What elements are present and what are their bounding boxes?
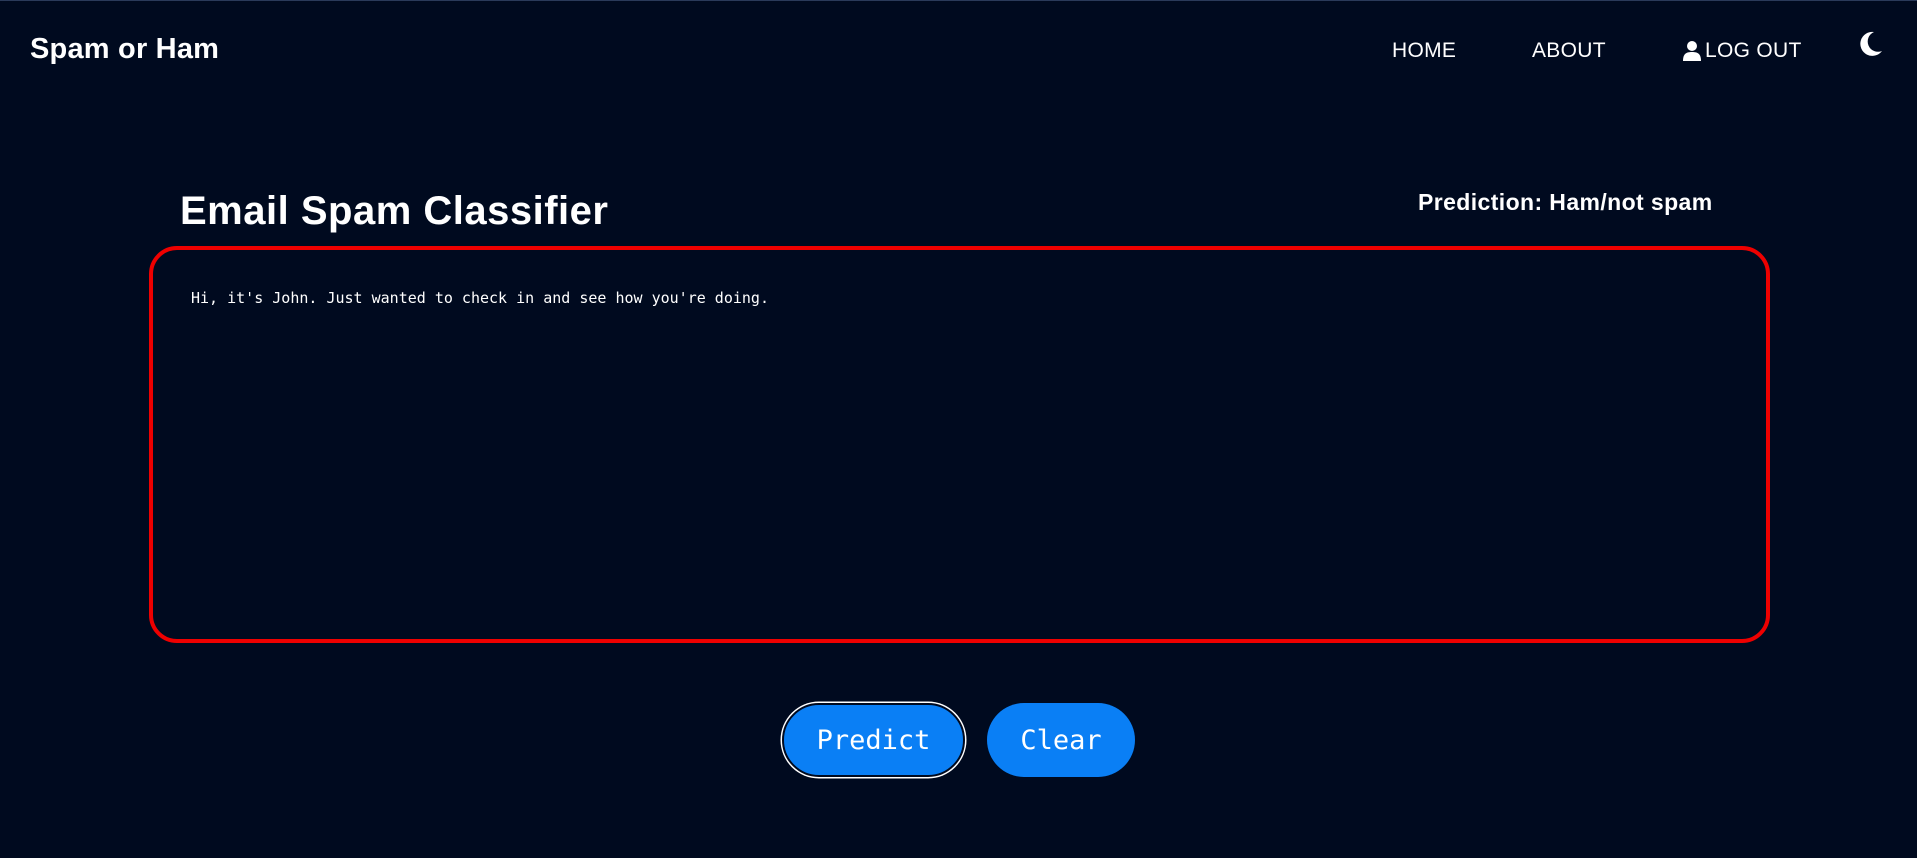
predict-button[interactable]: Predict: [782, 703, 965, 777]
page: Spam or Ham HOME ABOUT LOG OUT Email Spa…: [0, 0, 1917, 858]
nav-about-link[interactable]: ABOUT: [1532, 39, 1606, 63]
nav-logout-link[interactable]: LOG OUT: [1683, 39, 1802, 63]
prediction-result: Prediction: Ham/not spam: [1418, 189, 1713, 215]
moon-icon[interactable]: [1856, 29, 1884, 59]
nav-home-link[interactable]: HOME: [1392, 39, 1456, 63]
page-title: Email Spam Classifier: [180, 189, 609, 233]
user-icon: [1683, 41, 1701, 61]
clear-button[interactable]: Clear: [987, 703, 1135, 777]
top-nav: HOME ABOUT LOG OUT: [0, 39, 1917, 69]
logout-label: LOG OUT: [1705, 39, 1802, 62]
email-text-input[interactable]: Hi, it's John. Just wanted to check in a…: [149, 246, 1770, 643]
